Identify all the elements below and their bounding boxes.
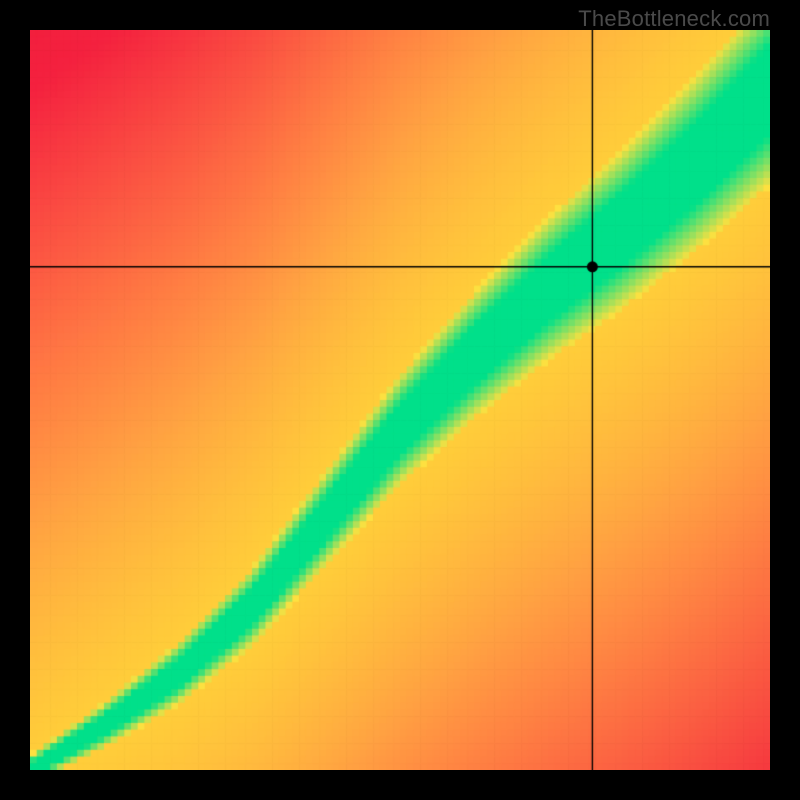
heatmap-canvas (30, 30, 770, 770)
heatmap-plot (30, 30, 770, 770)
chart-frame: TheBottleneck.com (0, 0, 800, 800)
watermark-text: TheBottleneck.com (578, 6, 770, 32)
